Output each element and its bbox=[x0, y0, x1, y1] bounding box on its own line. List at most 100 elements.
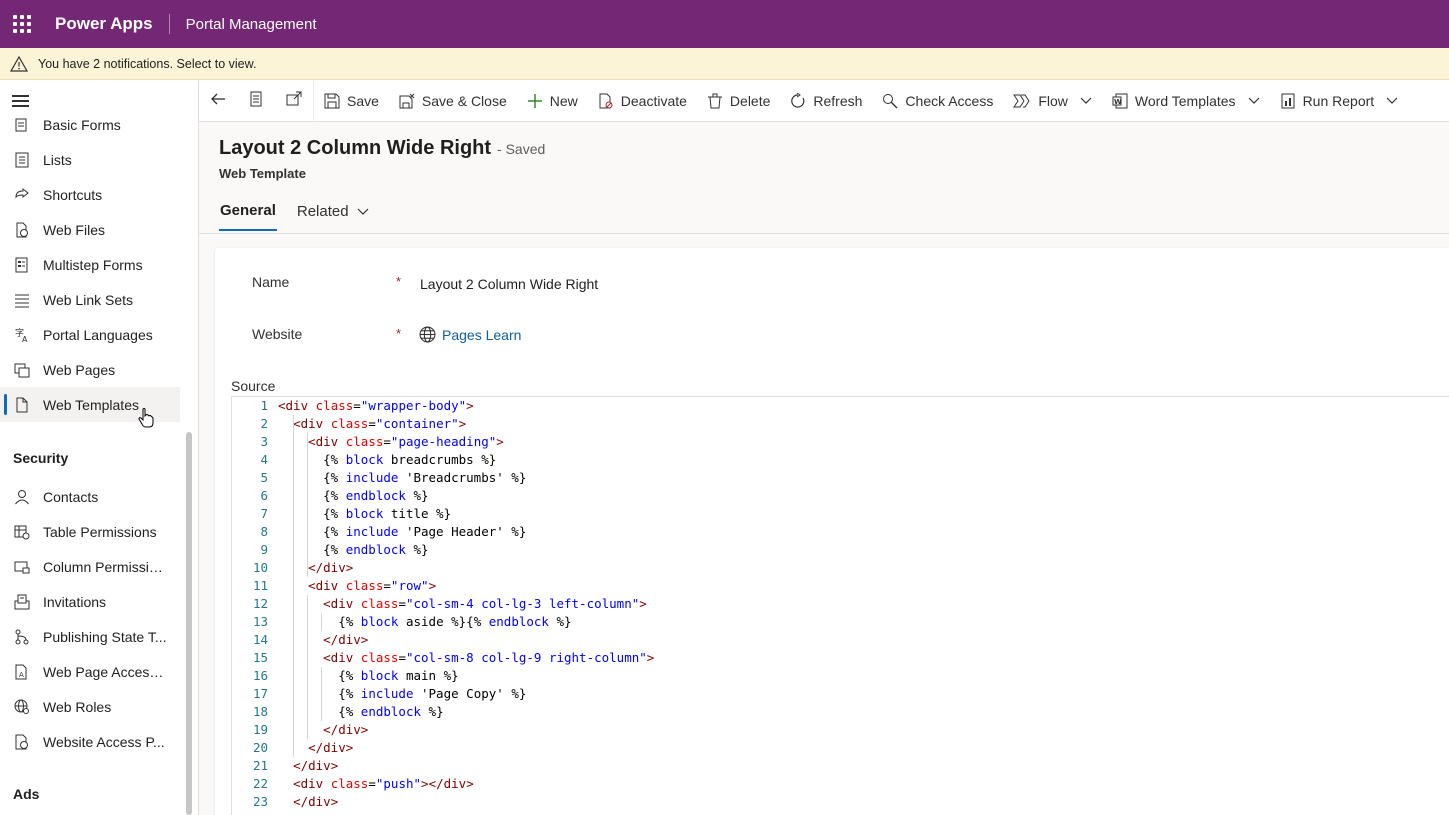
code-line[interactable]: 20 </div> bbox=[232, 739, 1449, 757]
sidebar-item-basic-forms[interactable]: Basic Forms bbox=[0, 107, 180, 142]
app-subtitle[interactable]: Portal Management bbox=[186, 16, 317, 33]
line-number: 6 bbox=[260, 488, 268, 503]
person-icon bbox=[0, 489, 43, 505]
sidebar-item-web-files[interactable]: Web Files bbox=[0, 212, 180, 247]
roles-icon bbox=[0, 699, 43, 715]
code-line[interactable]: 10 </div> bbox=[232, 559, 1449, 577]
chevron-down-icon bbox=[1386, 97, 1398, 105]
sidebar-item-web-page-access[interactable]: A Web Page Access ... bbox=[0, 654, 180, 689]
table-permission-icon bbox=[0, 524, 43, 540]
sidebar-item-label: Web Roles bbox=[43, 698, 112, 715]
code-editor[interactable]: 1 <div class="wrapper-body"> 2 <div class=… bbox=[231, 396, 1449, 815]
code-line[interactable]: 13 {% block aside %}{% endblock %} bbox=[232, 613, 1449, 631]
app-name[interactable]: Power Apps bbox=[55, 14, 170, 34]
tab-general[interactable]: General bbox=[219, 199, 277, 231]
line-number: 13 bbox=[252, 614, 268, 629]
form-icon bbox=[0, 117, 43, 133]
sidebar-item-web-link-sets[interactable]: Web Link Sets bbox=[0, 282, 180, 317]
website-link[interactable]: Pages Learn bbox=[442, 327, 521, 343]
new-button[interactable]: New bbox=[517, 80, 588, 122]
code-line[interactable]: 16 {% block main %} bbox=[232, 667, 1449, 685]
link-sets-icon bbox=[0, 292, 43, 308]
sidebar-item-column-permissions[interactable]: Column Permissio... bbox=[0, 549, 180, 584]
save-close-icon bbox=[399, 93, 415, 109]
deactivate-button[interactable]: Deactivate bbox=[588, 80, 697, 122]
code-text: {% include 'Page Copy' %} bbox=[278, 686, 527, 701]
code-line[interactable]: 2 <div class="container"> bbox=[232, 415, 1449, 433]
line-number: 5 bbox=[260, 470, 268, 485]
warning-icon bbox=[0, 55, 38, 72]
save-button[interactable]: Save bbox=[314, 80, 389, 122]
code-text: {% include 'Page Header' %} bbox=[278, 524, 527, 539]
code-line[interactable]: 22 <div class="push"></div> bbox=[232, 775, 1449, 793]
code-line[interactable]: 12 <div class="col-sm-4 col-lg-3 left-co… bbox=[232, 595, 1449, 613]
template-icon bbox=[0, 397, 43, 413]
code-line[interactable]: 18 {% endblock %} bbox=[232, 703, 1449, 721]
line-number: 2 bbox=[260, 416, 268, 431]
code-line[interactable]: 17 {% include 'Page Copy' %} bbox=[232, 685, 1449, 703]
sidebar-item-invitations[interactable]: Invitations bbox=[0, 584, 180, 619]
line-number: 21 bbox=[252, 758, 268, 773]
sidebar-item-label: Table Permissions bbox=[43, 523, 157, 540]
delete-button[interactable]: Delete bbox=[697, 80, 780, 122]
sidebar-scrollbar[interactable] bbox=[186, 432, 192, 815]
open-new-window-button[interactable] bbox=[275, 80, 313, 122]
tab-related[interactable]: Related bbox=[296, 199, 370, 231]
code-line[interactable]: 8 {% include 'Page Header' %} bbox=[232, 523, 1449, 541]
sidebar-item-shortcuts[interactable]: Shortcuts bbox=[0, 177, 180, 212]
sidebar-item-lists[interactable]: Lists bbox=[0, 142, 180, 177]
chevron-down-icon bbox=[1248, 97, 1260, 105]
line-number: 15 bbox=[252, 650, 268, 665]
code-line[interactable]: 11 <div class="row"> bbox=[232, 577, 1449, 595]
sidebar-item-label: Multistep Forms bbox=[43, 256, 143, 273]
sidebar-item-table-permissions[interactable]: Table Permissions bbox=[0, 514, 180, 549]
code-line[interactable]: 15 <div class="col-sm-8 col-lg-9 right-c… bbox=[232, 649, 1449, 667]
sidebar-item-website-access[interactable]: Website Access P... bbox=[0, 724, 180, 759]
code-text: {% endblock %} bbox=[278, 488, 429, 503]
code-line[interactable]: 19 </div> bbox=[232, 721, 1449, 739]
back-arrow-icon bbox=[210, 91, 226, 110]
app-launcher-icon[interactable] bbox=[0, 0, 44, 48]
column-permission-icon bbox=[0, 559, 43, 575]
code-line[interactable]: 23 </div> bbox=[232, 793, 1449, 811]
save-close-button[interactable]: Save & Close bbox=[389, 80, 517, 122]
run-report-button[interactable]: Run Report bbox=[1270, 80, 1409, 122]
code-line[interactable]: 6 {% endblock %} bbox=[232, 487, 1449, 505]
code-text: <div class="row"> bbox=[308, 578, 437, 593]
sidebar-item-publishing-state[interactable]: Publishing State T... bbox=[0, 619, 180, 654]
line-number: 3 bbox=[260, 434, 268, 449]
sidebar-item-web-pages[interactable]: Web Pages bbox=[0, 352, 180, 387]
sidebar-item-label: Web Pages bbox=[43, 361, 116, 378]
sidebar-item-contacts[interactable]: Contacts bbox=[0, 479, 180, 514]
notification-bar[interactable]: You have 2 notifications. Select to view… bbox=[0, 48, 1449, 80]
record-set-button[interactable] bbox=[237, 80, 275, 122]
back-button[interactable] bbox=[199, 80, 237, 122]
refresh-button[interactable]: Refresh bbox=[780, 80, 872, 122]
code-line[interactable]: 5 {% include 'Breadcrumbs' %} bbox=[232, 469, 1449, 487]
flow-button[interactable]: Flow bbox=[1003, 80, 1102, 122]
code-line[interactable]: 9 {% endblock %} bbox=[232, 541, 1449, 559]
source-label: Source bbox=[231, 378, 276, 394]
deactivate-icon bbox=[598, 93, 614, 109]
sidebar-item-portal-languages[interactable]: 字A Portal Languages bbox=[0, 317, 180, 352]
code-text: </div> bbox=[308, 740, 354, 755]
key-search-icon bbox=[882, 93, 898, 109]
website-lookup[interactable]: Pages Learn bbox=[419, 326, 521, 343]
code-line[interactable]: 4 {% block breadcrumbs %} bbox=[232, 451, 1449, 469]
code-line[interactable]: 21 </div> bbox=[232, 757, 1449, 775]
shortcut-icon bbox=[0, 187, 43, 203]
check-access-button[interactable]: Check Access bbox=[872, 80, 1003, 122]
trash-icon bbox=[707, 93, 723, 109]
code-line[interactable]: 7 {% block title %} bbox=[232, 505, 1449, 523]
required-indicator: * bbox=[396, 274, 402, 289]
sidebar-item-label: Web Templates bbox=[43, 396, 139, 413]
sidebar-item-multistep-forms[interactable]: Multistep Forms bbox=[0, 247, 180, 282]
word-templates-button[interactable]: W Word Templates bbox=[1102, 80, 1270, 122]
sidebar-item-web-roles[interactable]: Web Roles bbox=[0, 689, 180, 724]
line-number: 19 bbox=[252, 722, 268, 737]
code-line[interactable]: 14 </div> bbox=[232, 631, 1449, 649]
line-number: 8 bbox=[260, 524, 268, 539]
code-line[interactable]: 3 <div class="page-heading"> bbox=[232, 433, 1449, 451]
code-line[interactable]: 1 <div class="wrapper-body"> bbox=[232, 397, 1449, 415]
name-field[interactable]: Layout 2 Column Wide Right bbox=[420, 276, 598, 292]
